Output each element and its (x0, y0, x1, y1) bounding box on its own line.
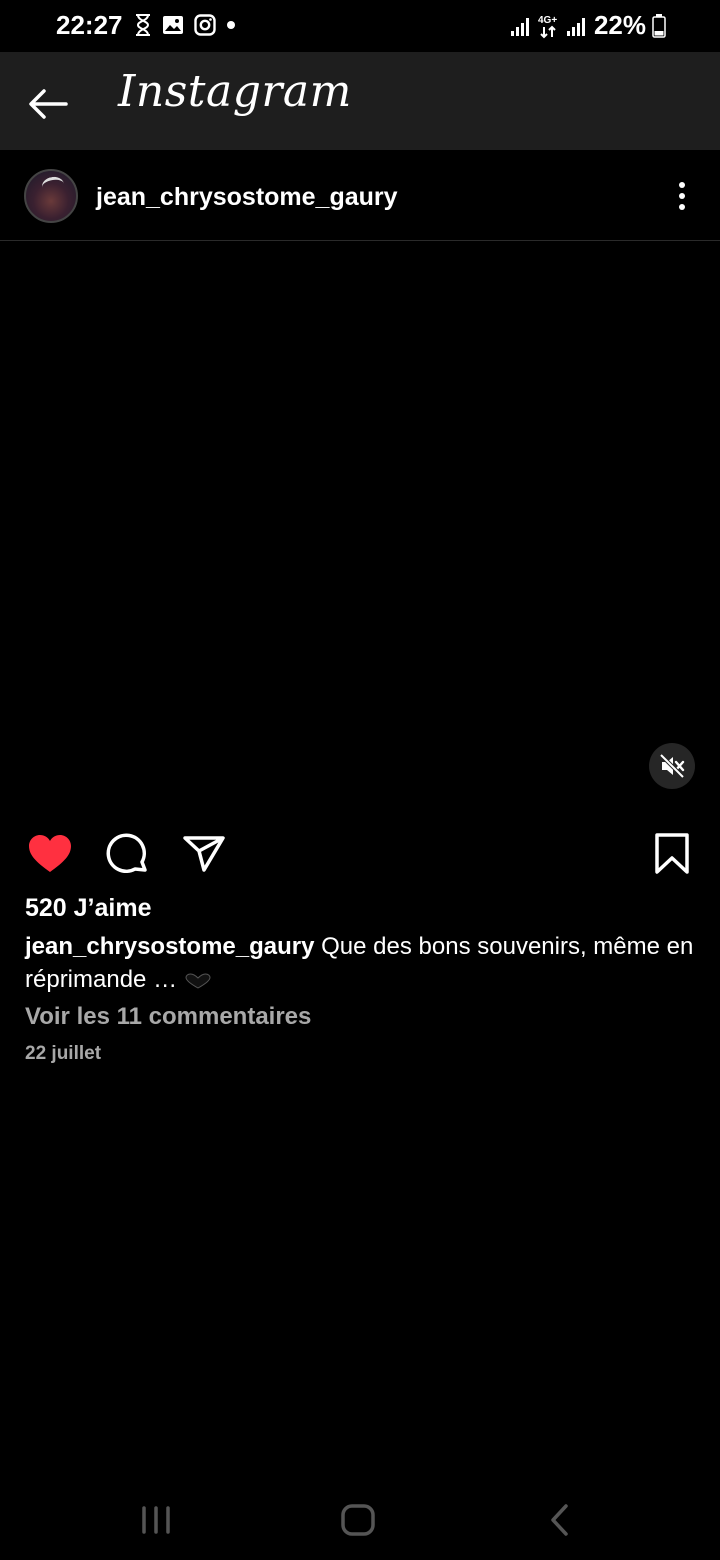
comment-button[interactable] (103, 830, 151, 878)
instagram-icon (194, 14, 216, 36)
system-back-button[interactable] (540, 1500, 580, 1540)
network-4g-icon: 4G+ (538, 15, 557, 38)
chevron-left-icon (551, 1504, 568, 1536)
avatar[interactable] (24, 169, 78, 223)
status-system-icons: 4G+ 22% (510, 10, 666, 41)
caption-username[interactable]: jean_chrysostome_gaury (25, 933, 314, 960)
home-button[interactable] (338, 1500, 378, 1540)
like-count[interactable]: 520 J’aime (25, 894, 152, 923)
signal-icon-2 (566, 17, 585, 36)
more-options-button[interactable] (672, 181, 692, 211)
volume-muted-icon (659, 753, 685, 779)
status-bar: 22:27 4G+ 22% (0, 0, 720, 52)
share-button[interactable] (180, 830, 228, 878)
image-icon (163, 16, 183, 34)
heart-filled-icon (29, 835, 71, 872)
arrow-left-icon (29, 89, 68, 119)
battery-percentage: 22% (593, 10, 646, 40)
dot-icon (227, 21, 235, 29)
mute-button[interactable] (649, 743, 695, 789)
save-button[interactable] (648, 830, 696, 878)
view-comments-link[interactable]: Voir les 11 commentaires (25, 1003, 311, 1031)
black-heart-icon (185, 973, 211, 989)
hourglass-icon (136, 14, 150, 36)
more-vertical-icon (679, 182, 685, 210)
post-date: 22 juillet (25, 1043, 102, 1064)
post-media-video[interactable] (0, 242, 720, 808)
status-time: 22:27 (56, 10, 123, 40)
post-header: jean_chrysostome_gaury (0, 151, 720, 241)
app-bar: Instagram (0, 52, 720, 150)
system-navigation-bar (0, 1480, 720, 1560)
status-notification-icons (134, 14, 236, 36)
signal-icon (510, 17, 529, 36)
recent-apps-icon (142, 1506, 170, 1534)
back-button[interactable] (24, 80, 72, 128)
instagram-logo: Instagram (118, 66, 352, 117)
post-caption[interactable]: jean_chrysostome_gaury Que des bons souv… (25, 930, 695, 996)
home-icon (341, 1504, 375, 1536)
battery-icon (652, 13, 666, 38)
svg-text:4G+: 4G+ (538, 15, 557, 26)
like-button[interactable] (26, 830, 74, 878)
comment-icon (106, 833, 147, 873)
send-icon (183, 836, 225, 872)
recent-apps-button[interactable] (136, 1500, 176, 1540)
post-username[interactable]: jean_chrysostome_gaury (96, 183, 398, 212)
post-actions (0, 830, 720, 880)
bookmark-icon (655, 833, 689, 874)
